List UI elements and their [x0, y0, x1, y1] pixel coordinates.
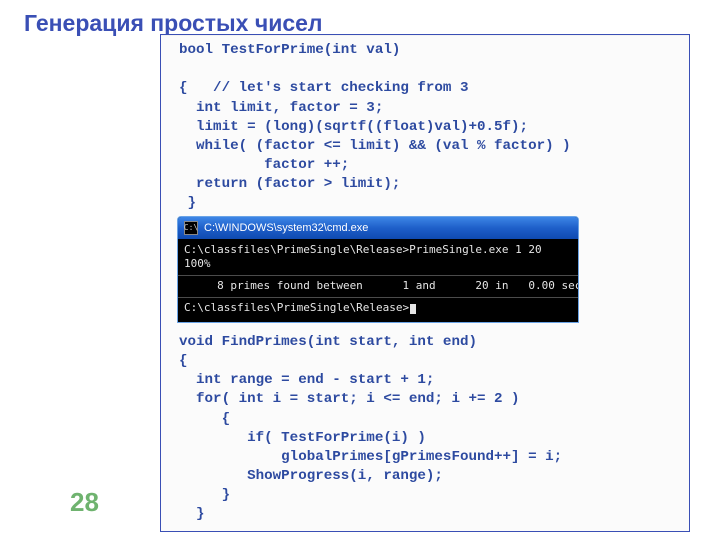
- cmd-body: C:\classfiles\PrimeSingle\Release>PrimeS…: [178, 239, 578, 322]
- cmd-title: C:\WINDOWS\system32\cmd.exe: [204, 222, 368, 234]
- cmd-icon: C:\: [184, 221, 198, 235]
- cmd-separator: [178, 275, 578, 276]
- code-block-testforprime: bool TestForPrime(int val) { // let's st…: [179, 41, 679, 214]
- cmd-line-1: C:\classfiles\PrimeSingle\Release>PrimeS…: [184, 243, 542, 256]
- cmd-line-2: 100%: [184, 257, 211, 270]
- page-number: 28: [70, 489, 92, 516]
- cmd-cursor-icon: [410, 304, 416, 314]
- cmd-line-3: 8 primes found between 1 and 20 in 0.00 …: [184, 279, 579, 292]
- code-frame: bool TestForPrime(int val) { // let's st…: [160, 34, 690, 532]
- cmd-window: C:\ C:\WINDOWS\system32\cmd.exe C:\class…: [177, 216, 579, 323]
- cmd-separator: [178, 297, 578, 298]
- cmd-icon-glyph: C:\: [184, 224, 198, 232]
- slide: Генерация простых чисел 28 bool TestForP…: [0, 0, 720, 540]
- slide-title: Генерация простых чисел: [24, 10, 700, 37]
- cmd-titlebar: C:\ C:\WINDOWS\system32\cmd.exe: [178, 217, 578, 239]
- cmd-line-5: C:\classfiles\PrimeSingle\Release>: [184, 301, 409, 314]
- code-block-findprimes: void FindPrimes(int start, int end) { in…: [179, 333, 679, 525]
